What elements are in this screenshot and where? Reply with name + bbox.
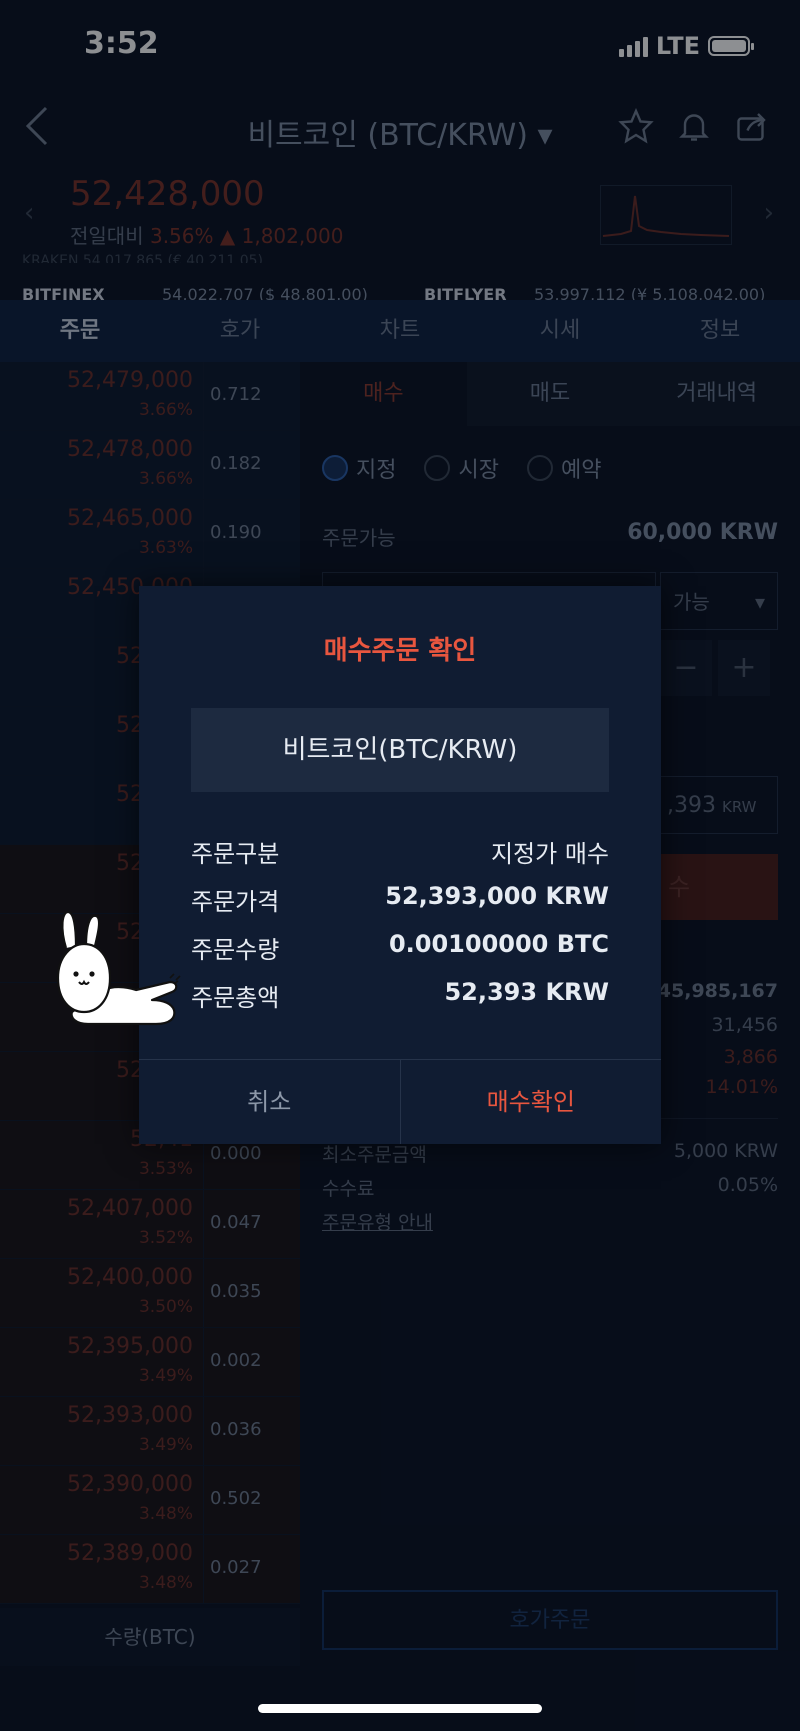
dialog-row: 주문구분 지정가 매수 — [191, 834, 609, 869]
dialog-coin: 비트코인(BTC/KRW) — [191, 708, 609, 792]
row-value: 52,393 KRW — [444, 978, 609, 1006]
row-key: 주문구분 — [191, 840, 280, 868]
row-value: 지정가 매수 — [490, 840, 609, 868]
dialog-row: 주문수량 0.00100000 BTC — [191, 930, 609, 965]
row-value: 0.00100000 BTC — [388, 930, 609, 958]
rabbit-sticker — [52, 908, 182, 1034]
row-key: 주문수량 — [191, 936, 280, 964]
dialog-title: 매수주문 확인 — [323, 636, 477, 666]
row-key: 주문가격 — [191, 888, 280, 916]
buy-confirm-dialog: 매수주문 확인 비트코인(BTC/KRW) 주문구분 지정가 매수 주문가격 5… — [139, 586, 661, 1144]
dialog-row: 주문가격 52,393,000 KRW — [191, 882, 609, 917]
row-value: 52,393,000 KRW — [385, 882, 609, 910]
cancel-button[interactable]: 취소 — [139, 1060, 401, 1144]
home-indicator[interactable] — [258, 1704, 542, 1713]
dialog-actions: 취소 매수확인 — [139, 1059, 661, 1144]
dialog-row: 주문총액 52,393 KRW — [191, 978, 609, 1013]
row-key: 주문총액 — [191, 984, 280, 1012]
confirm-buy-button[interactable]: 매수확인 — [401, 1060, 662, 1144]
